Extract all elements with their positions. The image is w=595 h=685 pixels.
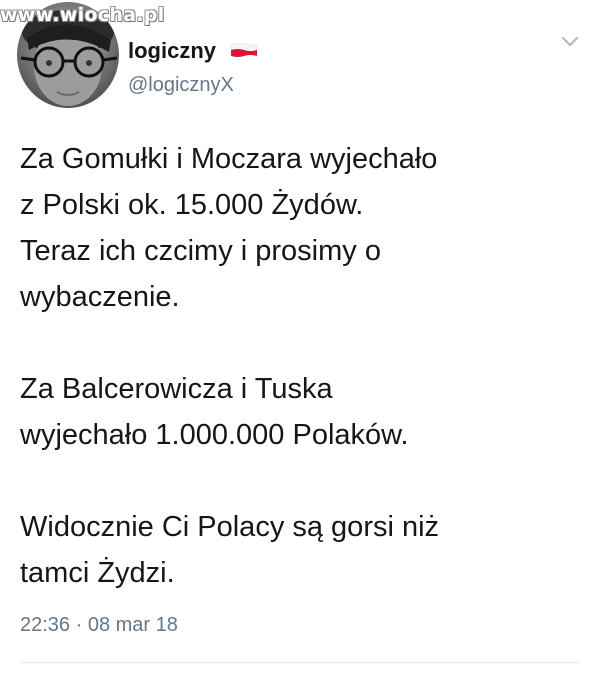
- tweet-paragraph: Za Gomułki i Moczara wyjechało z Polski …: [20, 143, 438, 313]
- poland-flag-icon: [230, 42, 258, 57]
- tweet-timestamp[interactable]: 22:36 · 08 mar 18: [20, 614, 178, 637]
- tweet-text: Za Gomułki i Moczara wyjechało z Polski …: [20, 136, 580, 596]
- divider: [20, 662, 580, 663]
- tweet-paragraph: Widocznie Ci Polacy są gorsi niż tamci Ż…: [20, 511, 440, 589]
- tweet-paragraph: Za Balcerowicza i Tuska wyjechało 1.000.…: [20, 373, 409, 451]
- user-handle[interactable]: @logicznyX: [128, 74, 234, 97]
- watermark: www.wiocha.pl: [0, 4, 165, 26]
- display-name[interactable]: logiczny: [128, 38, 216, 64]
- chevron-down-icon[interactable]: [560, 34, 580, 48]
